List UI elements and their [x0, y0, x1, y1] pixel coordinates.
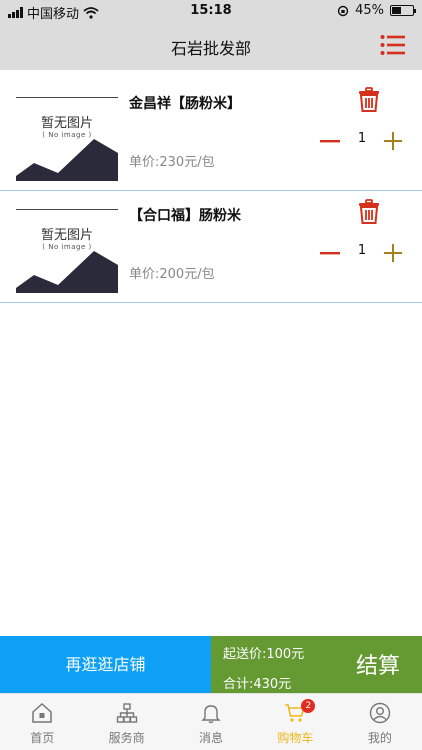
- checkout-summary: 起送价:100元 合计:430元 结算: [211, 636, 422, 693]
- item-price: 单价:200元/包: [129, 267, 215, 282]
- decrease-quantity-button[interactable]: [318, 241, 342, 265]
- decrease-quantity-button[interactable]: [318, 129, 342, 153]
- network-icon: [116, 703, 137, 723]
- increase-quantity-button[interactable]: [381, 241, 405, 265]
- tab-label: 购物车: [277, 731, 314, 745]
- orientation-lock-icon: [337, 5, 349, 16]
- status-bar: 中国移动 15:18 45%: [0, 0, 422, 22]
- mountain-icon: [16, 139, 118, 181]
- quantity-value: 1: [357, 243, 367, 258]
- tab-label: 我的: [367, 731, 392, 745]
- item-price: 单价:230元/包: [129, 155, 215, 170]
- bell-icon: [201, 705, 221, 724]
- checkout-button[interactable]: 结算: [356, 648, 400, 680]
- minimum-delivery-price: 起送价:100元: [223, 647, 305, 662]
- battery-percent: 45%: [355, 3, 384, 18]
- tab-home[interactable]: 首页: [0, 694, 84, 750]
- tab-label: 首页: [30, 731, 55, 745]
- cart-count-badge: 2: [301, 699, 316, 713]
- tab-label: 服务商: [108, 731, 145, 745]
- battery-icon: [390, 5, 416, 16]
- trash-icon[interactable]: [358, 199, 380, 225]
- increase-quantity-button[interactable]: [381, 129, 405, 153]
- product-image-placeholder[interactable]: 暂无图片 ( No image ): [16, 209, 118, 293]
- item-name[interactable]: 【合口福】肠粉米: [129, 205, 241, 225]
- nav-bar: 石岩批发部: [0, 22, 422, 70]
- cart-item: 暂无图片 ( No image ) 金昌祥【肠粉米】 单价:230元/包 1: [0, 79, 422, 191]
- cart-total: 合计:430元: [223, 677, 292, 692]
- tab-profile[interactable]: 我的: [338, 694, 422, 750]
- mountain-icon: [16, 251, 118, 293]
- page-title: 石岩批发部: [170, 39, 251, 58]
- tab-bar: 首页 服务商 消息 2 购物车 我的: [0, 693, 422, 750]
- tab-providers[interactable]: 服务商: [84, 694, 168, 750]
- status-right: 45%: [337, 3, 416, 18]
- item-name[interactable]: 金昌祥【肠粉米】: [129, 93, 241, 113]
- continue-shopping-button[interactable]: 再逛逛店铺: [0, 636, 211, 693]
- checkout-bar: 再逛逛店铺 起送价:100元 合计:430元 结算: [0, 636, 422, 693]
- product-image-placeholder[interactable]: 暂无图片 ( No image ): [16, 97, 118, 181]
- home-icon: [32, 702, 52, 723]
- menu-list-icon[interactable]: [380, 33, 406, 57]
- user-icon: [369, 702, 391, 724]
- tab-label: 消息: [199, 731, 224, 745]
- quantity-value: 1: [357, 131, 367, 146]
- trash-icon[interactable]: [358, 87, 380, 113]
- tab-messages[interactable]: 消息: [169, 694, 253, 750]
- cart-item: 暂无图片 ( No image ) 【合口福】肠粉米 单价:200元/包 1: [0, 191, 422, 303]
- tab-cart[interactable]: 2 购物车: [253, 694, 337, 750]
